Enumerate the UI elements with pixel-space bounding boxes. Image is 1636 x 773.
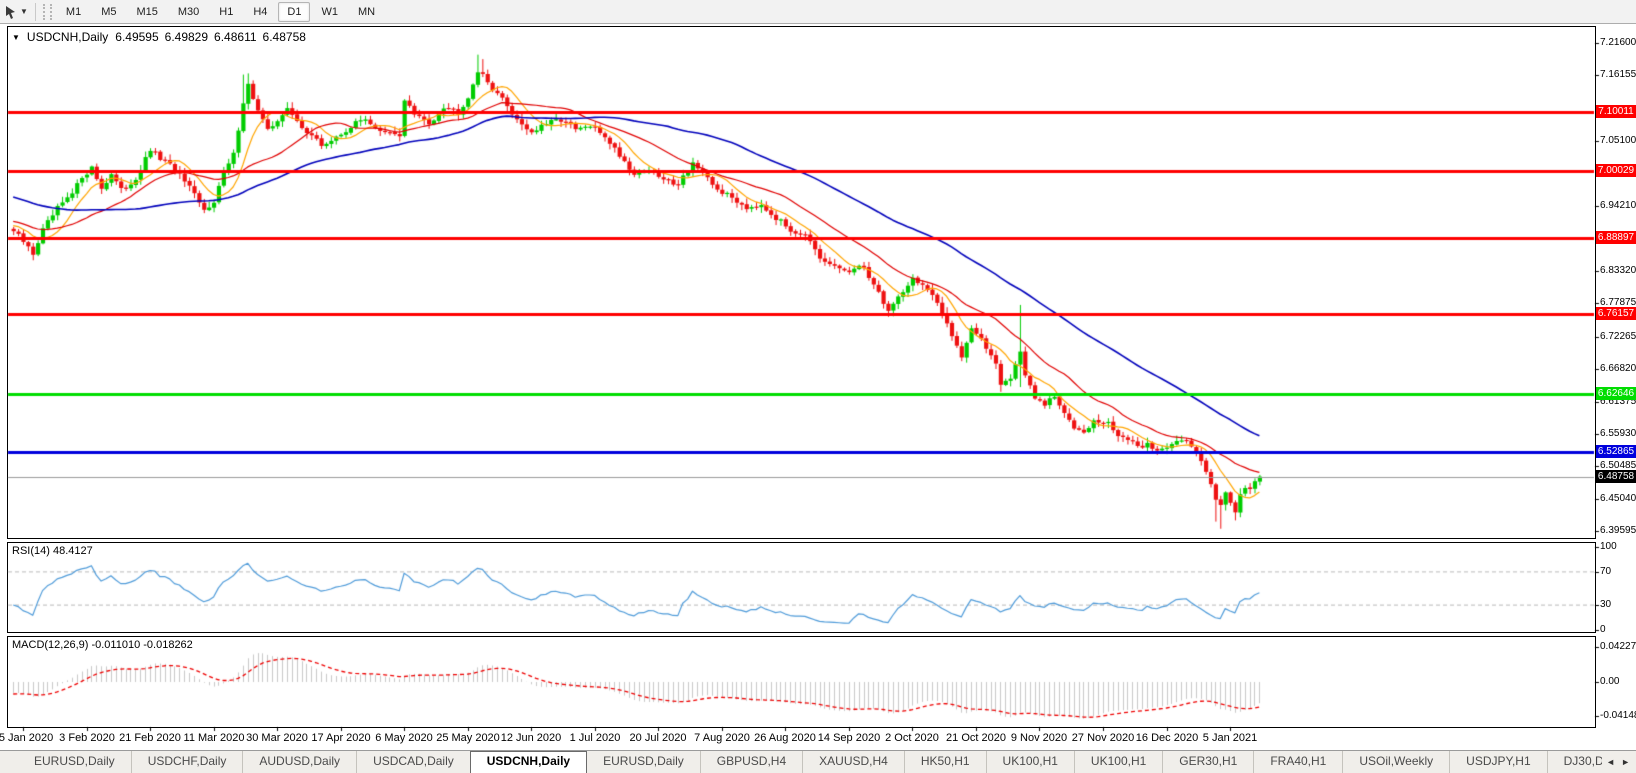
low-value: 6.48611 — [214, 30, 257, 44]
timeframe-button-w1[interactable]: W1 — [312, 2, 347, 22]
date-tick-label: 21 Oct 2020 — [946, 732, 1006, 744]
timeframe-button-m15[interactable]: M15 — [127, 2, 166, 22]
symbol-tab-usdcnh-daily[interactable]: USDCNH,Daily — [470, 751, 587, 773]
price-tick-label: 7.21600 — [1600, 37, 1636, 48]
toolbar-separator — [35, 3, 36, 21]
symbol-tab-xauusd-h4[interactable]: XAUUSD,H4 — [802, 751, 904, 773]
toolbar: ▼ M1M5M15M30H1H4D1W1MN — [0, 0, 1636, 24]
timeframe-button-mn[interactable]: MN — [349, 2, 384, 22]
trading-platform-window: ▼ M1M5M15M30H1H4D1W1MN ▼ USDCNH,Daily 6.… — [0, 0, 1636, 773]
symbol-tab-ger30-h1[interactable]: GER30,H1 — [1162, 751, 1253, 773]
timeframe-button-m1[interactable]: M1 — [57, 2, 90, 22]
symbol-tab-eurusd-daily[interactable]: EURUSD,Daily — [587, 751, 700, 773]
rsi-tick-label: 0 — [1600, 624, 1606, 635]
date-tick-label: 21 Feb 2020 — [119, 732, 181, 744]
rsi-label: RSI(14) 48.4127 — [12, 545, 93, 557]
date-tick-label: 9 Nov 2020 — [1011, 732, 1067, 744]
symbol-tab-eurusd-daily[interactable]: EURUSD,Daily — [18, 751, 131, 773]
date-tick-label: 17 Apr 2020 — [311, 732, 370, 744]
date-tick-label: 1 Jul 2020 — [570, 732, 621, 744]
price-tick-label: 6.94210 — [1600, 200, 1636, 211]
rsi-tick-label: 70 — [1600, 566, 1611, 577]
symbol-tab-bar: EURUSD,DailyUSDCHF,DailyAUDUSD,DailyUSDC… — [0, 750, 1636, 773]
rsi-tick-label: 30 — [1600, 599, 1611, 610]
macd-panel[interactable] — [7, 636, 1596, 728]
level-price-tag: 6.76157 — [1596, 307, 1636, 320]
timeframe-button-h4[interactable]: H4 — [244, 2, 276, 22]
date-tick-label: 2 Oct 2020 — [885, 732, 939, 744]
date-tick-label: 20 Jul 2020 — [630, 732, 687, 744]
macd-tick-label: 0.042275 — [1600, 641, 1636, 652]
symbol-tab-usoil-weekly[interactable]: USOil,Weekly — [1342, 751, 1449, 773]
chevron-down-icon[interactable]: ▼ — [20, 7, 28, 16]
date-tick-label: 14 Sep 2020 — [818, 732, 880, 744]
timeframe-button-m5[interactable]: M5 — [92, 2, 125, 22]
tab-scroll-right-icon[interactable]: ► — [1621, 757, 1630, 767]
chart-symbol-label: USDCNH,Daily — [27, 30, 108, 44]
symbol-tab-gbpusd-h4[interactable]: GBPUSD,H4 — [700, 751, 802, 773]
price-tick-label: 7.16155 — [1600, 69, 1636, 80]
level-price-tag: 6.52865 — [1596, 445, 1636, 458]
timeframe-button-group: M1M5M15M30H1H4D1W1MN — [56, 2, 385, 22]
price-tick-label: 7.05100 — [1600, 135, 1636, 146]
chart-tool-icon — [4, 5, 18, 19]
price-tick-label: 6.72265 — [1600, 331, 1636, 342]
price-tick-label: 6.83320 — [1600, 265, 1636, 276]
level-price-tag: 6.62646 — [1596, 387, 1636, 400]
symbol-tab-usdchf-daily[interactable]: USDCHF,Daily — [131, 751, 243, 773]
symbol-tab-usdcad-daily[interactable]: USDCAD,Daily — [356, 751, 470, 773]
symbol-tab-uk100-h1[interactable]: UK100,H1 — [986, 751, 1074, 773]
symbol-tab-uk100-h1[interactable]: UK100,H1 — [1074, 751, 1162, 773]
level-price-tag: 7.00029 — [1596, 164, 1636, 177]
macd-tick-label: 0.00 — [1600, 676, 1619, 687]
collapse-arrow-icon[interactable]: ▼ — [12, 33, 20, 42]
open-value: 6.49595 — [115, 30, 158, 44]
level-price-tag: 7.10011 — [1596, 105, 1636, 118]
date-tick-label: 12 Jun 2020 — [501, 732, 562, 744]
rsi-panel[interactable] — [7, 542, 1596, 633]
date-tick-label: 15 Jan 2020 — [0, 732, 53, 744]
current-price-tag: 6.48758 — [1596, 470, 1636, 483]
ohlc-readout: 6.49595 6.49829 6.48611 6.48758 — [115, 30, 306, 44]
price-tick-label: 6.66820 — [1600, 363, 1636, 374]
symbol-tab-audusd-daily[interactable]: AUDUSD,Daily — [242, 751, 356, 773]
rsi-tick-label: 100 — [1600, 541, 1617, 552]
date-tick-label: 3 Feb 2020 — [59, 732, 115, 744]
price-tick-label: 6.39595 — [1600, 525, 1636, 536]
high-value: 6.49829 — [165, 30, 208, 44]
date-tick-label: 6 May 2020 — [375, 732, 432, 744]
date-tick-label: 11 Mar 2020 — [184, 732, 245, 744]
date-tick-label: 25 May 2020 — [436, 732, 500, 744]
date-tick-label: 27 Nov 2020 — [1072, 732, 1134, 744]
date-tick-label: 26 Aug 2020 — [754, 732, 816, 744]
toolbar-grip[interactable] — [43, 4, 52, 20]
timeframe-button-h1[interactable]: H1 — [210, 2, 242, 22]
close-value: 6.48758 — [263, 30, 306, 44]
date-tick-label: 5 Jan 2021 — [1203, 732, 1257, 744]
price-tick-label: 6.55930 — [1600, 428, 1636, 439]
symbol-tab-usdjpy-h1[interactable]: USDJPY,H1 — [1449, 751, 1546, 773]
tab-scroll-left-icon[interactable]: ◄ — [1606, 757, 1615, 767]
timeframe-button-d1[interactable]: D1 — [278, 2, 310, 22]
chart-title: ▼ USDCNH,Daily 6.49595 6.49829 6.48611 6… — [12, 30, 306, 44]
macd-tick-label: -0.04148 — [1600, 710, 1636, 721]
date-tick-label: 30 Mar 2020 — [246, 732, 308, 744]
symbol-tab-fra40-h1[interactable]: FRA40,H1 — [1253, 751, 1342, 773]
price-tick-label: 6.45040 — [1600, 493, 1636, 504]
tab-scroll-buttons: ◄ ► — [1602, 752, 1634, 772]
symbol-tab-hk50-h1[interactable]: HK50,H1 — [904, 751, 986, 773]
date-tick-label: 7 Aug 2020 — [694, 732, 750, 744]
macd-label: MACD(12,26,9) -0.011010 -0.018262 — [12, 639, 193, 651]
chart-tool-button[interactable]: ▼ — [0, 0, 32, 23]
level-price-tag: 6.88897 — [1596, 231, 1636, 244]
date-tick-label: 16 Dec 2020 — [1136, 732, 1198, 744]
timeframe-button-m30[interactable]: M30 — [169, 2, 208, 22]
main-chart-panel[interactable] — [7, 26, 1596, 539]
